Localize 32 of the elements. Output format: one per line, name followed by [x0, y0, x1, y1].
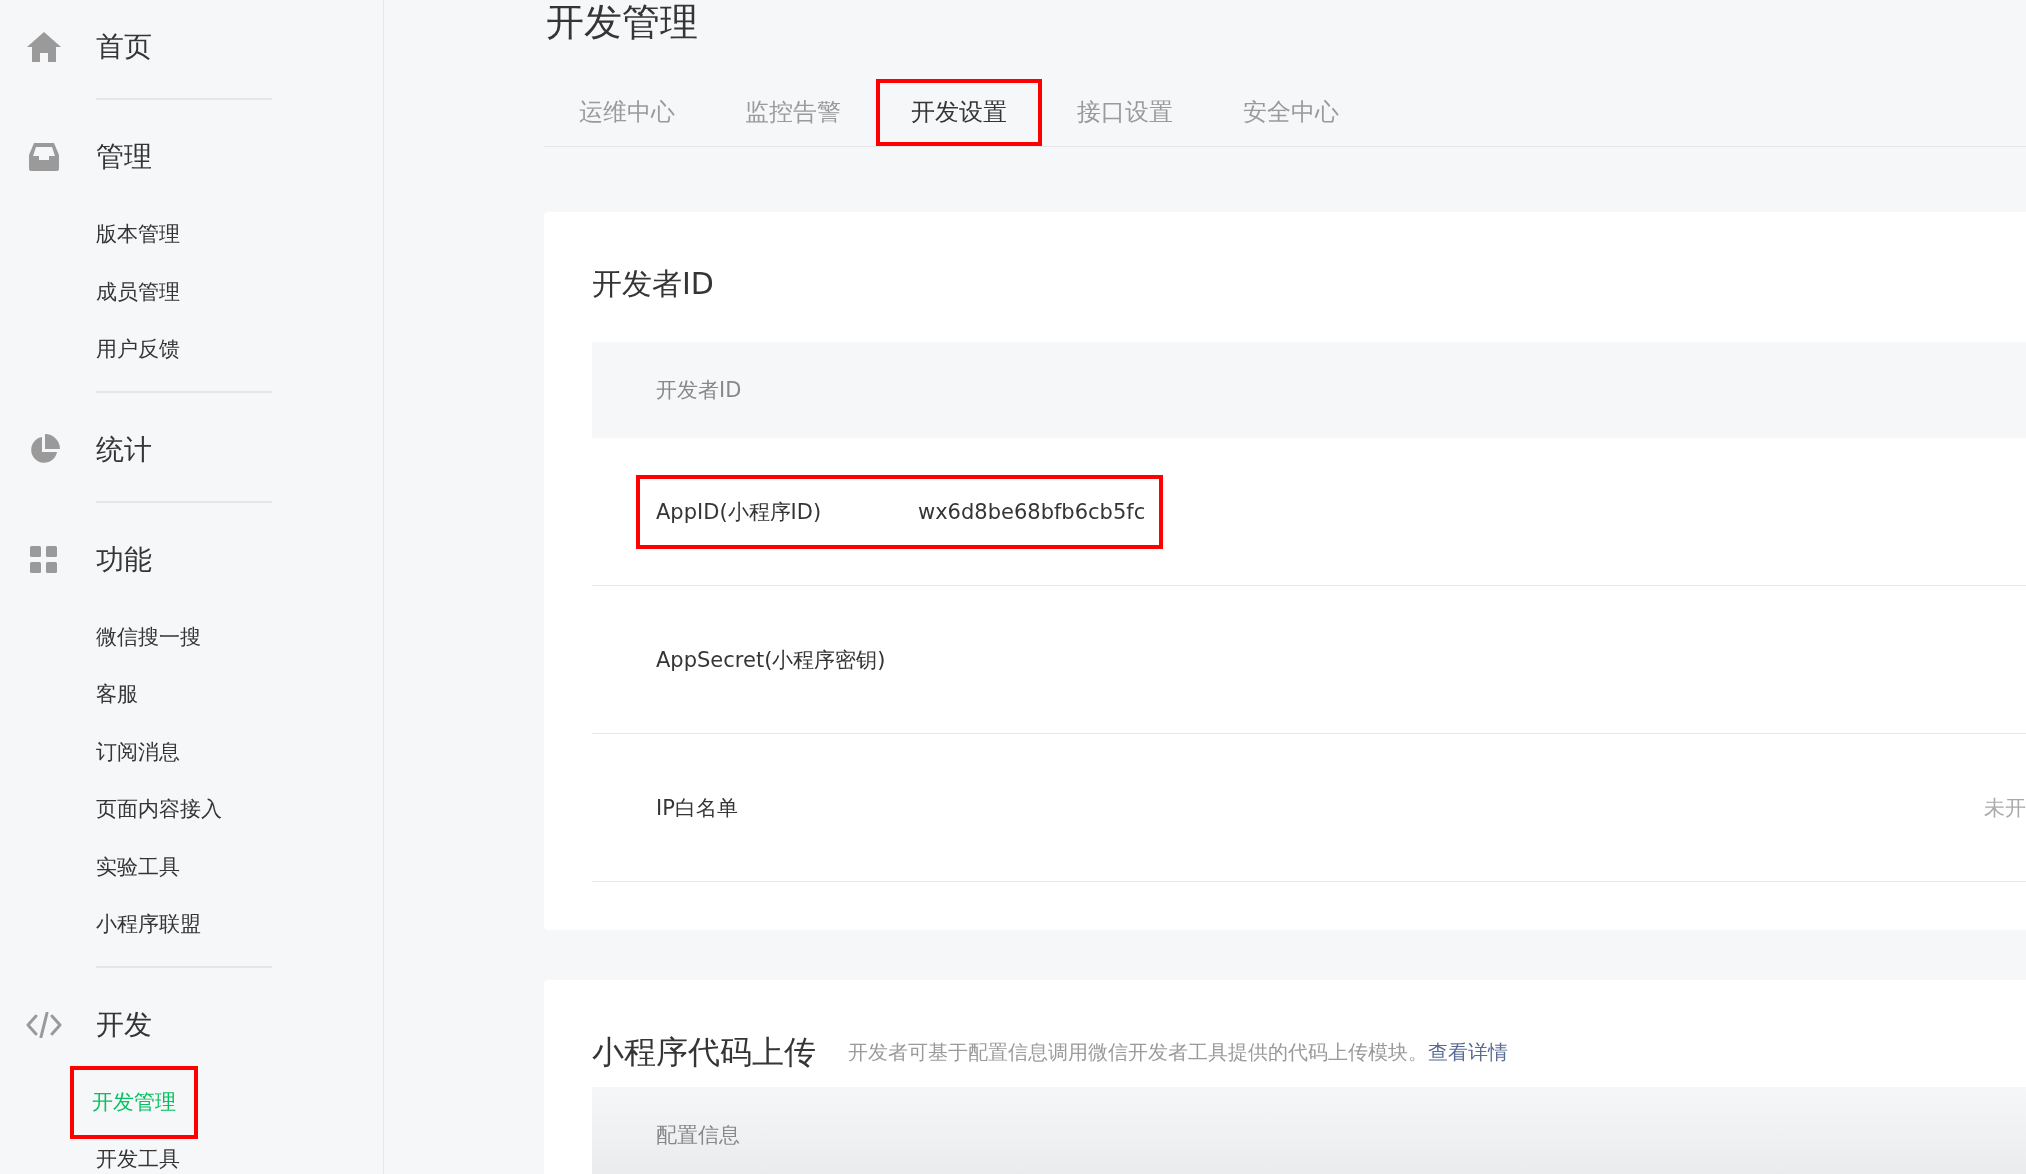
sidebar-group-title[interactable]: 统计: [96, 430, 152, 469]
sidebar-item[interactable]: 用户反馈: [74, 321, 202, 379]
tab[interactable]: 开发设置: [876, 79, 1042, 146]
sidebar-item[interactable]: 小程序联盟: [74, 896, 223, 954]
sidebar-group-title[interactable]: 开发: [96, 1005, 152, 1044]
sidebar-group-title[interactable]: 首页: [96, 28, 152, 66]
field-label: AppID(小程序ID): [656, 498, 823, 526]
grid-icon: [30, 545, 58, 574]
page-title: 开发管理: [545, 0, 699, 44]
sidebar-group-title[interactable]: 管理: [96, 138, 152, 176]
field-label: IP白名单: [656, 794, 739, 822]
card-heading: 小程序代码上传: [592, 1032, 816, 1073]
status-text: 未开: [1984, 794, 2026, 822]
sidebar-item[interactable]: 客服: [74, 666, 160, 724]
inbox-icon: [29, 143, 59, 171]
sidebar-item[interactable]: 成员管理: [74, 263, 202, 321]
section-header: 开发者ID: [592, 342, 2026, 438]
sidebar-item[interactable]: 微信搜一搜: [74, 608, 223, 666]
details-link[interactable]: 查看详情: [1428, 1038, 1508, 1066]
sidebar-group-title[interactable]: 功能: [96, 540, 152, 579]
sidebar-item[interactable]: 版本管理: [74, 206, 202, 264]
sidebar-item[interactable]: 订阅消息: [74, 723, 202, 781]
home-icon: [27, 32, 61, 62]
sidebar-item[interactable]: 页面内容接入: [74, 781, 244, 839]
card-heading: 开发者ID: [592, 265, 715, 303]
code-icon: [26, 1011, 62, 1038]
sidebar-item[interactable]: 实验工具: [74, 838, 202, 896]
field-label: AppSecret(小程序密钥): [656, 646, 887, 674]
pie-chart-icon: [28, 434, 60, 465]
field-value: wx6d8be68bfb6cb5fc: [918, 499, 1146, 524]
card-description: 开发者可基于配置信息调用微信开发者工具提供的代码上传模块。: [848, 1038, 1428, 1066]
section-header: 配置信息: [592, 1087, 2026, 1174]
